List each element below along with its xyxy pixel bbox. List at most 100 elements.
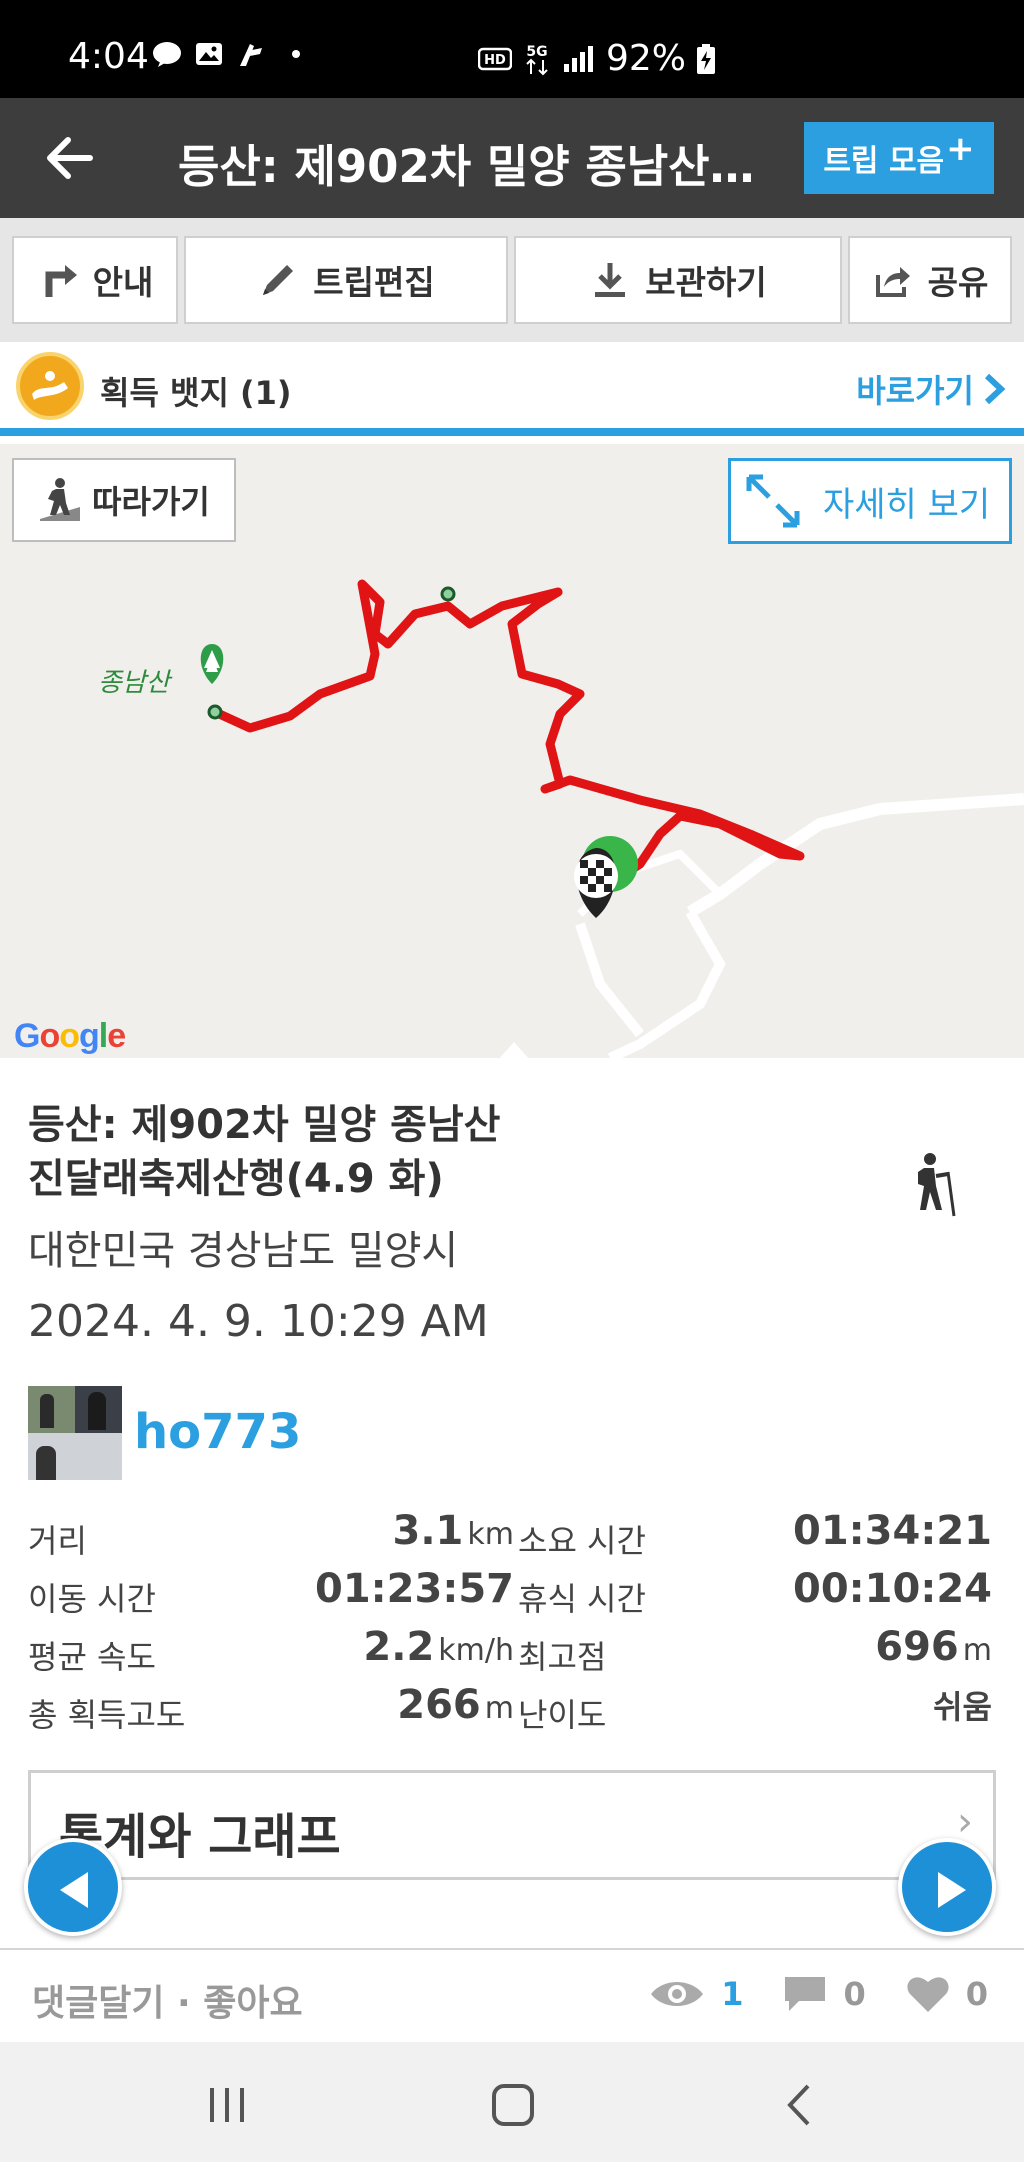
stat-row: 평균 속도 2.2 km/h 최고점 696 m	[0, 1622, 1024, 1680]
view-count: 1	[721, 1975, 744, 2013]
difficulty-value: 쉬움	[933, 1688, 992, 1726]
svg-text:HD: HD	[484, 53, 506, 68]
battery-percent: 92%	[606, 38, 687, 79]
badge-label: 획득 뱃지 (1)	[100, 374, 292, 412]
moving-time-value: 01:23:57	[315, 1566, 514, 1612]
plus-icon: +	[946, 129, 975, 169]
counters: 1 0 0	[649, 1974, 988, 2014]
elevation-gain-label: 총 획득고도	[28, 1696, 186, 1734]
save-label: 보관하기	[645, 263, 767, 302]
moving-time-label: 이동 시간	[28, 1580, 156, 1618]
difficulty-label: 난이도	[518, 1696, 607, 1734]
back-arrow-icon[interactable]	[38, 126, 102, 190]
badge-shortcut-link[interactable]: 바로가기	[856, 366, 1006, 412]
distance-value: 3.1 km	[392, 1508, 514, 1554]
expand-icon	[746, 474, 800, 528]
waypoint-marker	[440, 586, 456, 602]
status-time: 4:04	[68, 36, 149, 77]
earned-badge-row[interactable]: 획득 뱃지 (1) 바로가기	[0, 342, 1024, 436]
guide-label: 안내	[92, 263, 154, 302]
stat-row: 이동 시간 01:23:57 휴식 시간 00:10:24	[0, 1564, 1024, 1622]
total-time-value: 01:34:21	[793, 1508, 992, 1554]
follow-hiker-icon	[40, 478, 81, 521]
elevation-gain-value: 266 m	[397, 1682, 514, 1728]
rest-time-label: 휴식 시간	[518, 1580, 646, 1618]
route-map[interactable]: 종남산 따라가기 자세히 보기 Google	[0, 444, 1024, 1058]
max-altitude-value: 696 m	[875, 1624, 992, 1670]
finish-flag-icon	[574, 848, 618, 918]
trip-location: 대한민국 경상남도 밀양시	[28, 1228, 459, 1274]
chevron-right-icon	[984, 373, 1006, 405]
comment-bar: 댓글달기 · 좋아요 1 0 0	[0, 1948, 1024, 2042]
tramping-app-icon	[240, 44, 262, 66]
hiker-icon	[918, 1153, 956, 1217]
5g-icon: 5G	[526, 44, 548, 75]
follow-button[interactable]: 따라가기	[12, 458, 236, 542]
avatar[interactable]	[28, 1386, 122, 1480]
trip-title-line1: 등산: 제902차 밀양 종남산	[28, 1102, 501, 1148]
distance-label: 거리	[28, 1522, 87, 1560]
guide-button[interactable]: 안내	[12, 236, 178, 324]
back-icon[interactable]	[776, 2080, 826, 2130]
notification-icons	[152, 40, 300, 68]
share-label: 공유	[927, 263, 989, 302]
trip-collection-button[interactable]: 트립 모음 +	[804, 122, 994, 194]
triangle-right-icon	[938, 1872, 966, 1908]
download-icon	[595, 263, 626, 297]
pencil-icon	[263, 265, 294, 295]
trip-title-line2: 진달래축제산행(4.9 화)	[28, 1156, 444, 1202]
detail-view-button[interactable]: 자세히 보기	[728, 458, 1012, 544]
map-pointer	[498, 1042, 530, 1058]
user-name-link[interactable]: ho773	[134, 1404, 301, 1460]
trip-edit-label: 트립편집	[313, 263, 435, 302]
trip-edit-button[interactable]: 트립편집	[184, 236, 508, 324]
chevron-right-icon: ›	[957, 1799, 973, 1845]
eye-icon	[651, 1982, 704, 2006]
heart-icon[interactable]	[906, 1974, 950, 2014]
triangle-left-icon	[60, 1872, 88, 1908]
action-toolbar: 안내 트립편집 보관하기 공유	[0, 218, 1024, 342]
trip-date: 2024. 4. 9. 10:29 AM	[28, 1296, 489, 1347]
waypoint-marker	[207, 704, 223, 720]
home-icon[interactable]	[488, 2080, 538, 2130]
page-title: 등산: 제902차 밀양 종남산...	[178, 140, 758, 193]
battery-charging-icon	[697, 43, 716, 74]
comment-icon[interactable]	[783, 1975, 827, 2013]
rest-time-value: 00:10:24	[793, 1566, 992, 1612]
stat-row: 거리 3.1 km 소요 시간 01:34:21	[0, 1506, 1024, 1564]
badge-icon	[16, 352, 84, 420]
map-road	[686, 793, 1024, 918]
save-button[interactable]: 보관하기	[514, 236, 842, 324]
next-trip-button[interactable]	[898, 1838, 996, 1936]
avg-speed-value: 2.2 km/h	[363, 1624, 514, 1670]
google-logo: Google	[14, 1017, 126, 1055]
gallery-icon	[196, 43, 222, 65]
comment-count: 0	[843, 1975, 866, 2013]
hd-voice-icon: HD	[478, 47, 512, 70]
hiker-badge-icon	[32, 371, 68, 400]
trip-title: 등산: 제902차 밀양 종남산 진달래축제산행(4.9 화)	[28, 1098, 588, 1206]
route-track	[210, 579, 805, 914]
summit-label: 종남산	[98, 668, 170, 698]
stats-graph-button[interactable]: 통계와 그래프 ›	[28, 1770, 996, 1880]
app-header: 등산: 제902차 밀양 종남산... 트립 모음 +	[0, 98, 1024, 218]
previous-trip-button[interactable]	[24, 1838, 122, 1936]
avg-speed-label: 평균 속도	[28, 1638, 156, 1676]
like-count: 0	[965, 1975, 988, 2013]
share-button[interactable]: 공유	[848, 236, 1012, 324]
system-icons: HD 5G 92%	[478, 38, 716, 79]
total-time-label: 소요 시간	[518, 1522, 646, 1560]
signal-icon	[564, 45, 593, 72]
comment-like-link[interactable]: 댓글달기 · 좋아요	[32, 1974, 303, 2026]
map-road	[607, 909, 726, 1058]
summit-pin-icon	[200, 644, 224, 684]
max-altitude-label: 최고점	[518, 1638, 607, 1676]
system-navigation-bar	[0, 2042, 1024, 2162]
follow-label: 따라가기	[92, 483, 210, 521]
more-notifications-icon	[292, 50, 300, 58]
trip-collection-label: 트립 모음	[823, 144, 945, 179]
svg-text:5G: 5G	[526, 44, 547, 60]
status-bar: 4:04 HD 5G 92%	[0, 0, 1024, 98]
recent-apps-icon[interactable]	[202, 2080, 252, 2130]
kakaotalk-icon	[153, 42, 181, 67]
